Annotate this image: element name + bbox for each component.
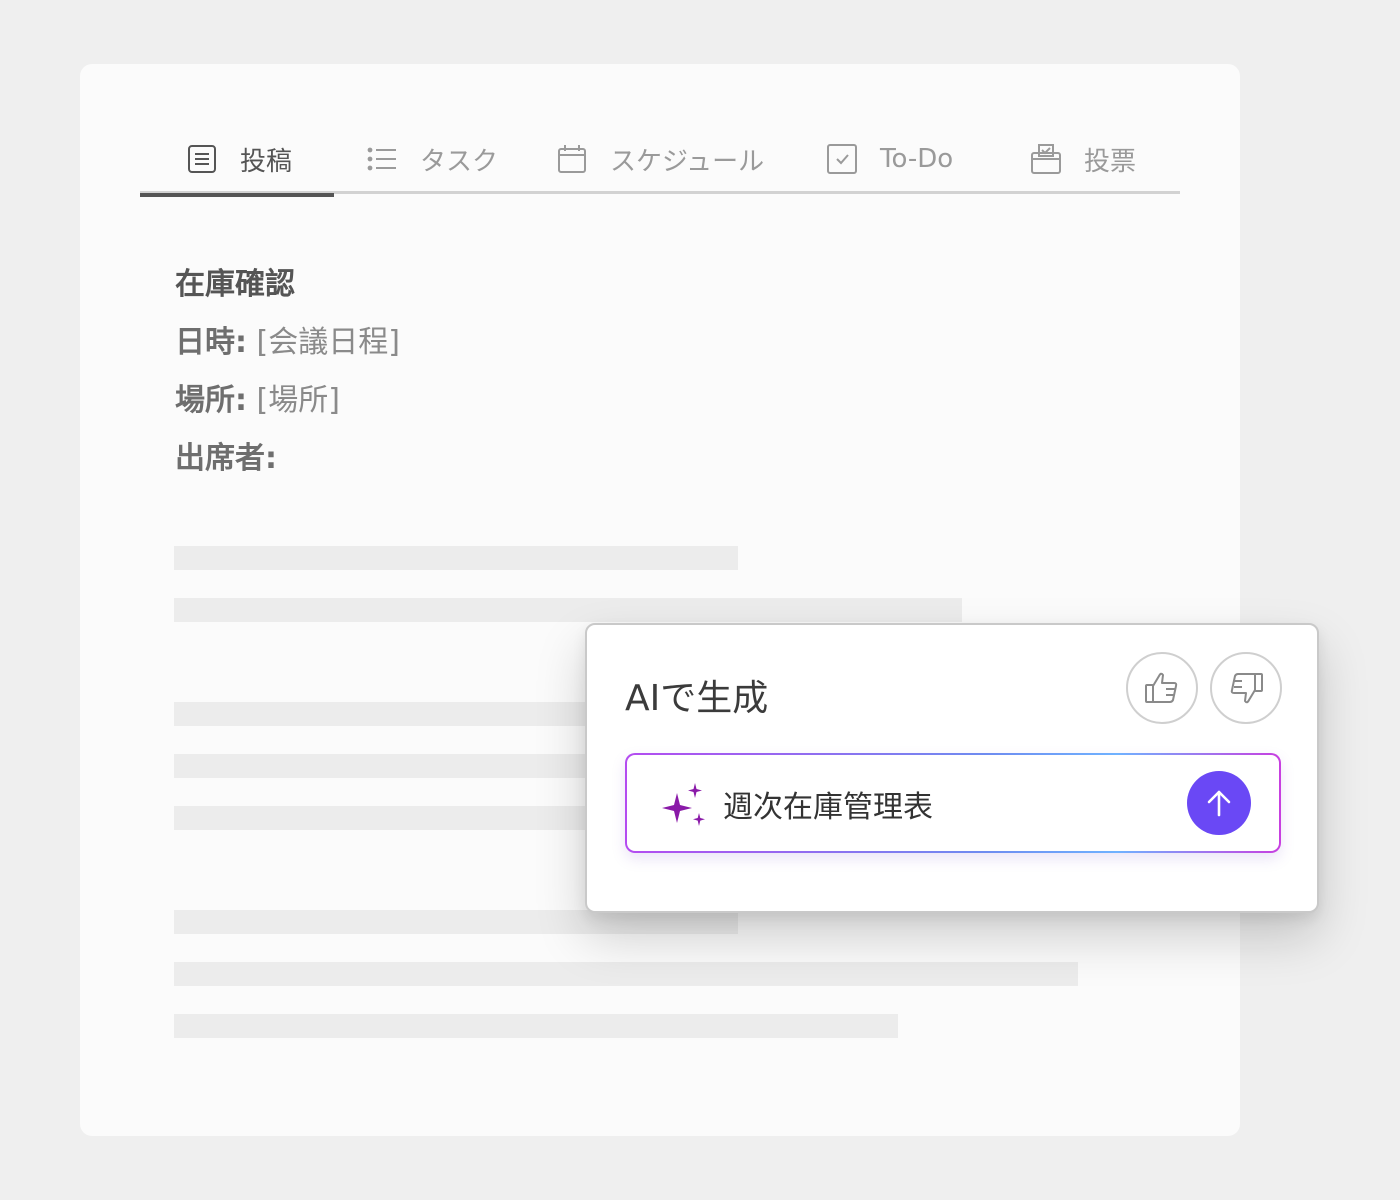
arrow-up-icon [1207,790,1231,817]
tab-post-label: 投稿 [240,146,293,177]
post-body[interactable]: 在庫確認 日時: [会議日程] 場所: [場所] 出席者: [175,264,400,496]
active-tab-indicator [140,193,334,197]
datetime-field: 日時: [会議日程] [175,322,400,380]
ai-panel-title: AIで生成 [625,678,769,719]
location-value: [場所] [256,383,340,418]
post-title: 在庫確認 [175,267,295,302]
tab-task[interactable]: タスク [366,124,498,194]
tab-schedule[interactable]: スケジュール [556,124,764,194]
tab-schedule-label: スケジュール [610,146,765,177]
task-list-icon [366,143,398,175]
send-button[interactable] [1187,771,1251,835]
thumbs-up-icon [1145,672,1178,703]
editor-card: 投稿 タスク スケジュール To-Do 投票 在庫確認 日時: [会議日程] 場… [80,64,1240,1136]
tab-todo-label: To-Do [880,144,954,174]
placeholder-line [174,546,738,570]
ai-prompt-field [625,753,1281,853]
tab-vote-label: 投票 [1084,146,1137,177]
location-label: 場所: [175,383,247,418]
thumbs-down-button[interactable] [1210,652,1282,724]
location-field: 場所: [場所] [175,380,400,438]
ai-prompt-inner [627,755,1279,851]
ai-generate-panel: AIで生成 [585,623,1319,913]
placeholder-line [174,962,1078,986]
attendees-label: 出席者: [175,441,277,476]
placeholder-line [174,910,738,934]
thumbs-up-button[interactable] [1126,652,1198,724]
calendar-icon [556,143,588,175]
thumbs-down-icon [1230,673,1263,704]
datetime-label: 日時: [175,325,247,360]
placeholder-line [174,1014,898,1038]
post-icon [186,143,218,175]
tab-task-label: タスク [420,146,499,177]
tab-vote[interactable]: 投票 [1030,124,1136,194]
ballot-box-icon [1030,143,1062,175]
checkbox-icon [826,143,858,175]
attendees-field: 出席者: [175,438,400,496]
tab-post[interactable]: 投稿 [140,124,334,197]
ai-prompt-input[interactable] [723,781,1163,827]
sparkle-icon [662,783,705,826]
placeholder-line [174,598,962,622]
datetime-value: [会議日程] [256,325,400,360]
tab-todo[interactable]: To-Do [826,124,953,194]
composer-tabs: 投稿 タスク スケジュール To-Do 投票 [140,124,1180,197]
